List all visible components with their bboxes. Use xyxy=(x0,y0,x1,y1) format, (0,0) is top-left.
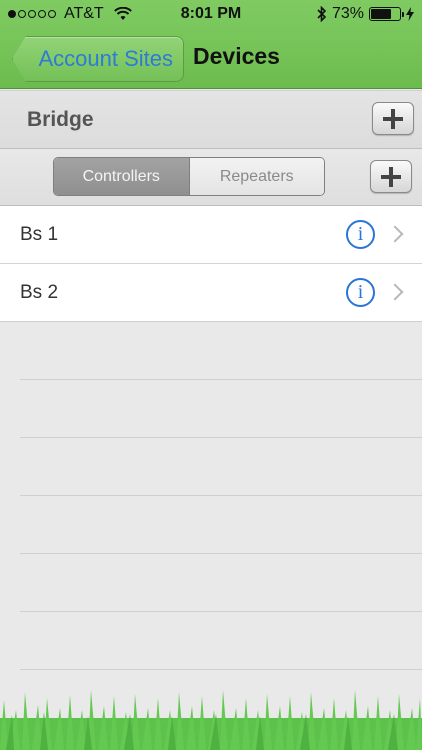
divider xyxy=(20,495,422,496)
list-item[interactable]: Bs 2 i xyxy=(0,264,422,322)
device-name: Bs 1 xyxy=(20,224,59,245)
status-bar: AT&T 8:01 PM 73% xyxy=(0,0,422,30)
page-title: Devices xyxy=(193,43,280,69)
divider xyxy=(20,437,422,438)
charging-icon xyxy=(406,7,414,21)
top-bar: AT&T 8:01 PM 73% Account Sites Devices xyxy=(0,0,422,89)
divider xyxy=(20,379,422,380)
divider xyxy=(20,553,422,554)
back-button-label: Account Sites xyxy=(38,46,173,71)
chevron-right-icon xyxy=(386,225,404,243)
battery-percent: 73% xyxy=(331,5,364,22)
divider xyxy=(20,611,422,612)
back-button[interactable]: Account Sites xyxy=(12,36,184,82)
app-root: AT&T 8:01 PM 73% Account Sites Devices B… xyxy=(0,0,422,750)
chevron-right-icon xyxy=(386,283,404,301)
bridge-label: Bridge xyxy=(27,108,94,131)
navigation-bar: Account Sites Devices xyxy=(0,30,422,86)
device-list: Bs 1 i Bs 2 i xyxy=(0,206,422,322)
bluetooth-icon xyxy=(317,6,327,22)
segment-controllers[interactable]: Controllers xyxy=(54,158,190,195)
bridge-header: Bridge xyxy=(0,90,422,149)
info-icon[interactable]: i xyxy=(346,278,375,307)
info-icon[interactable]: i xyxy=(346,220,375,249)
segment-toolbar: Controllers Repeaters xyxy=(0,149,422,206)
device-name: Bs 2 xyxy=(20,282,59,303)
divider xyxy=(20,669,422,670)
segment-repeaters[interactable]: Repeaters xyxy=(189,158,324,195)
grass-decoration xyxy=(0,690,422,750)
battery-icon xyxy=(369,7,404,21)
add-device-button[interactable] xyxy=(370,160,412,193)
device-type-segmented-control: Controllers Repeaters xyxy=(53,157,325,196)
list-item[interactable]: Bs 1 i xyxy=(0,206,422,264)
status-right: 73% xyxy=(317,5,414,23)
add-bridge-button[interactable] xyxy=(372,102,414,135)
